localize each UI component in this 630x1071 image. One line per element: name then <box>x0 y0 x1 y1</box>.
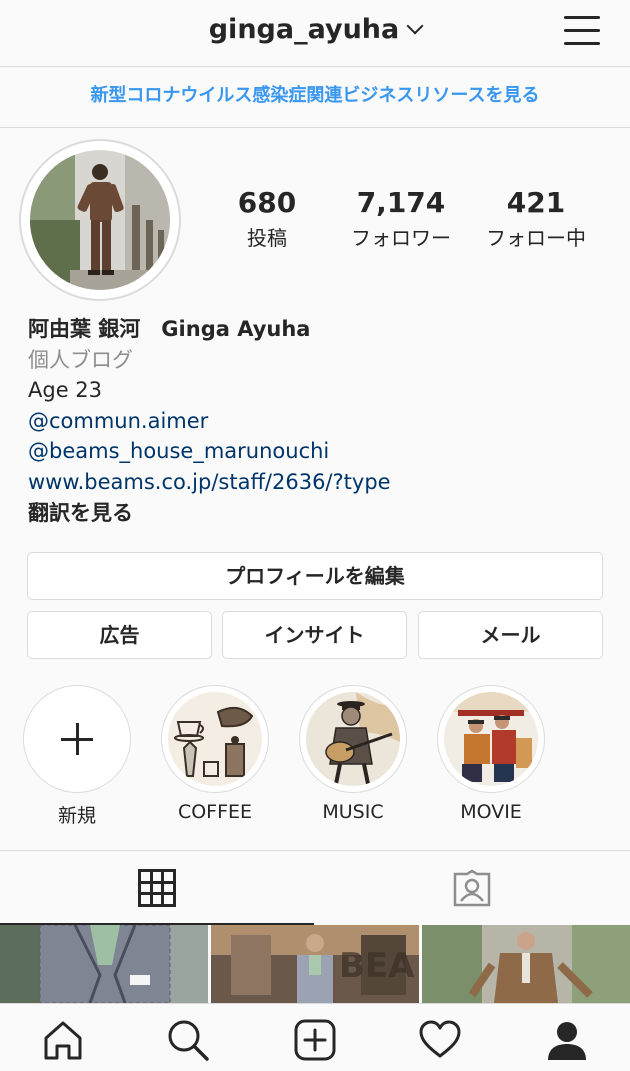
insights-button[interactable]: インサイト <box>222 611 407 659</box>
posts-count: 680 <box>237 186 297 219</box>
highlight-new[interactable]: 新規 <box>23 685 131 828</box>
followers-label: フォロワー <box>351 226 451 250</box>
nav-new-post-button[interactable] <box>293 1018 337 1062</box>
hamburger-line <box>564 16 600 19</box>
movie-illustration <box>444 692 538 786</box>
following-label: フォロー中 <box>486 226 586 250</box>
post-thumbnail[interactable] <box>0 925 208 1003</box>
username-switcher[interactable]: ginga_ayuha <box>0 14 630 45</box>
profile-tabs <box>0 850 630 925</box>
hamburger-line <box>564 42 600 45</box>
profile-category: 個人ブログ <box>28 347 133 372</box>
highlight-cover <box>437 685 545 793</box>
post-thumbnail[interactable]: BEA <box>211 925 419 1003</box>
bio-text: Age 23 <box>28 378 103 403</box>
highlight-new-circle <box>23 685 131 793</box>
coffee-illustration <box>168 692 262 786</box>
music-illustration <box>306 692 400 786</box>
bio-mention-beams-house[interactable]: @beams_house_marunouchi <box>28 436 608 467</box>
bio-website-link[interactable]: www.beams.co.jp/staff/2636/?type <box>28 467 608 498</box>
tab-grid[interactable] <box>0 851 314 923</box>
bio-mention-commun-aimer[interactable]: @commun.aimer <box>28 406 608 437</box>
email-button[interactable]: メール <box>418 611 603 659</box>
username: ginga_ayuha <box>208 14 400 45</box>
top-bar: ginga_ayuha <box>0 0 630 67</box>
followers-count: 7,174 <box>356 186 446 219</box>
avatar-photo <box>30 150 170 290</box>
profile-bio: 阿由葉 銀河 Ginga Ayuha 個人ブログ Age 23 @commun.… <box>28 314 608 528</box>
highlight-coffee[interactable]: COFFEE <box>161 685 269 823</box>
search-icon <box>168 1020 209 1061</box>
nav-activity-button[interactable] <box>418 1018 462 1062</box>
highlight-cover <box>161 685 269 793</box>
highlight-label: MUSIC <box>322 801 384 823</box>
svg-text:BEA: BEA <box>339 946 415 986</box>
nav-profile-button[interactable] <box>545 1018 589 1062</box>
grid-icon <box>138 869 176 907</box>
highlight-cover <box>299 685 407 793</box>
covid-resources-link[interactable]: 新型コロナウイルス感染症関連ビジネスリソースを見る <box>0 68 630 128</box>
followers-stat[interactable]: 7,174 フォロワー <box>331 186 471 251</box>
tagged-person-icon <box>453 869 491 907</box>
highlight-label: COFFEE <box>177 801 253 823</box>
chevron-down-icon <box>406 17 424 35</box>
posts-stat[interactable]: 680 投稿 <box>197 186 337 251</box>
post-grid: BEA <box>0 925 630 1003</box>
plus-icon-vertical <box>76 723 79 755</box>
post-thumbnail[interactable] <box>422 925 630 1003</box>
full-name: 阿由葉 銀河 Ginga Ayuha <box>28 317 311 341</box>
highlight-movie[interactable]: MOVIE <box>437 685 545 823</box>
ads-button[interactable]: 広告 <box>27 611 212 659</box>
profile-icon <box>548 1022 586 1060</box>
nav-search-button[interactable] <box>166 1018 210 1062</box>
following-count: 421 <box>506 186 566 219</box>
highlight-music[interactable]: MUSIC <box>299 685 407 823</box>
add-post-icon <box>294 1019 336 1061</box>
profile-avatar[interactable] <box>19 139 181 301</box>
bottom-navigation <box>0 1003 630 1071</box>
posts-label: 投稿 <box>247 226 287 250</box>
hamburger-line <box>564 29 600 32</box>
edit-profile-button[interactable]: プロフィールを編集 <box>27 552 603 600</box>
home-icon <box>44 1021 82 1060</box>
tab-tagged[interactable] <box>316 851 630 923</box>
menu-button[interactable] <box>564 14 600 46</box>
see-translation-link[interactable]: 翻訳を見る <box>28 498 608 529</box>
nav-home-button[interactable] <box>41 1018 85 1062</box>
heart-icon <box>419 1020 461 1058</box>
highlight-label: 新規 <box>57 805 96 827</box>
highlight-label: MOVIE <box>460 801 522 823</box>
following-stat[interactable]: 421 フォロー中 <box>466 186 606 251</box>
